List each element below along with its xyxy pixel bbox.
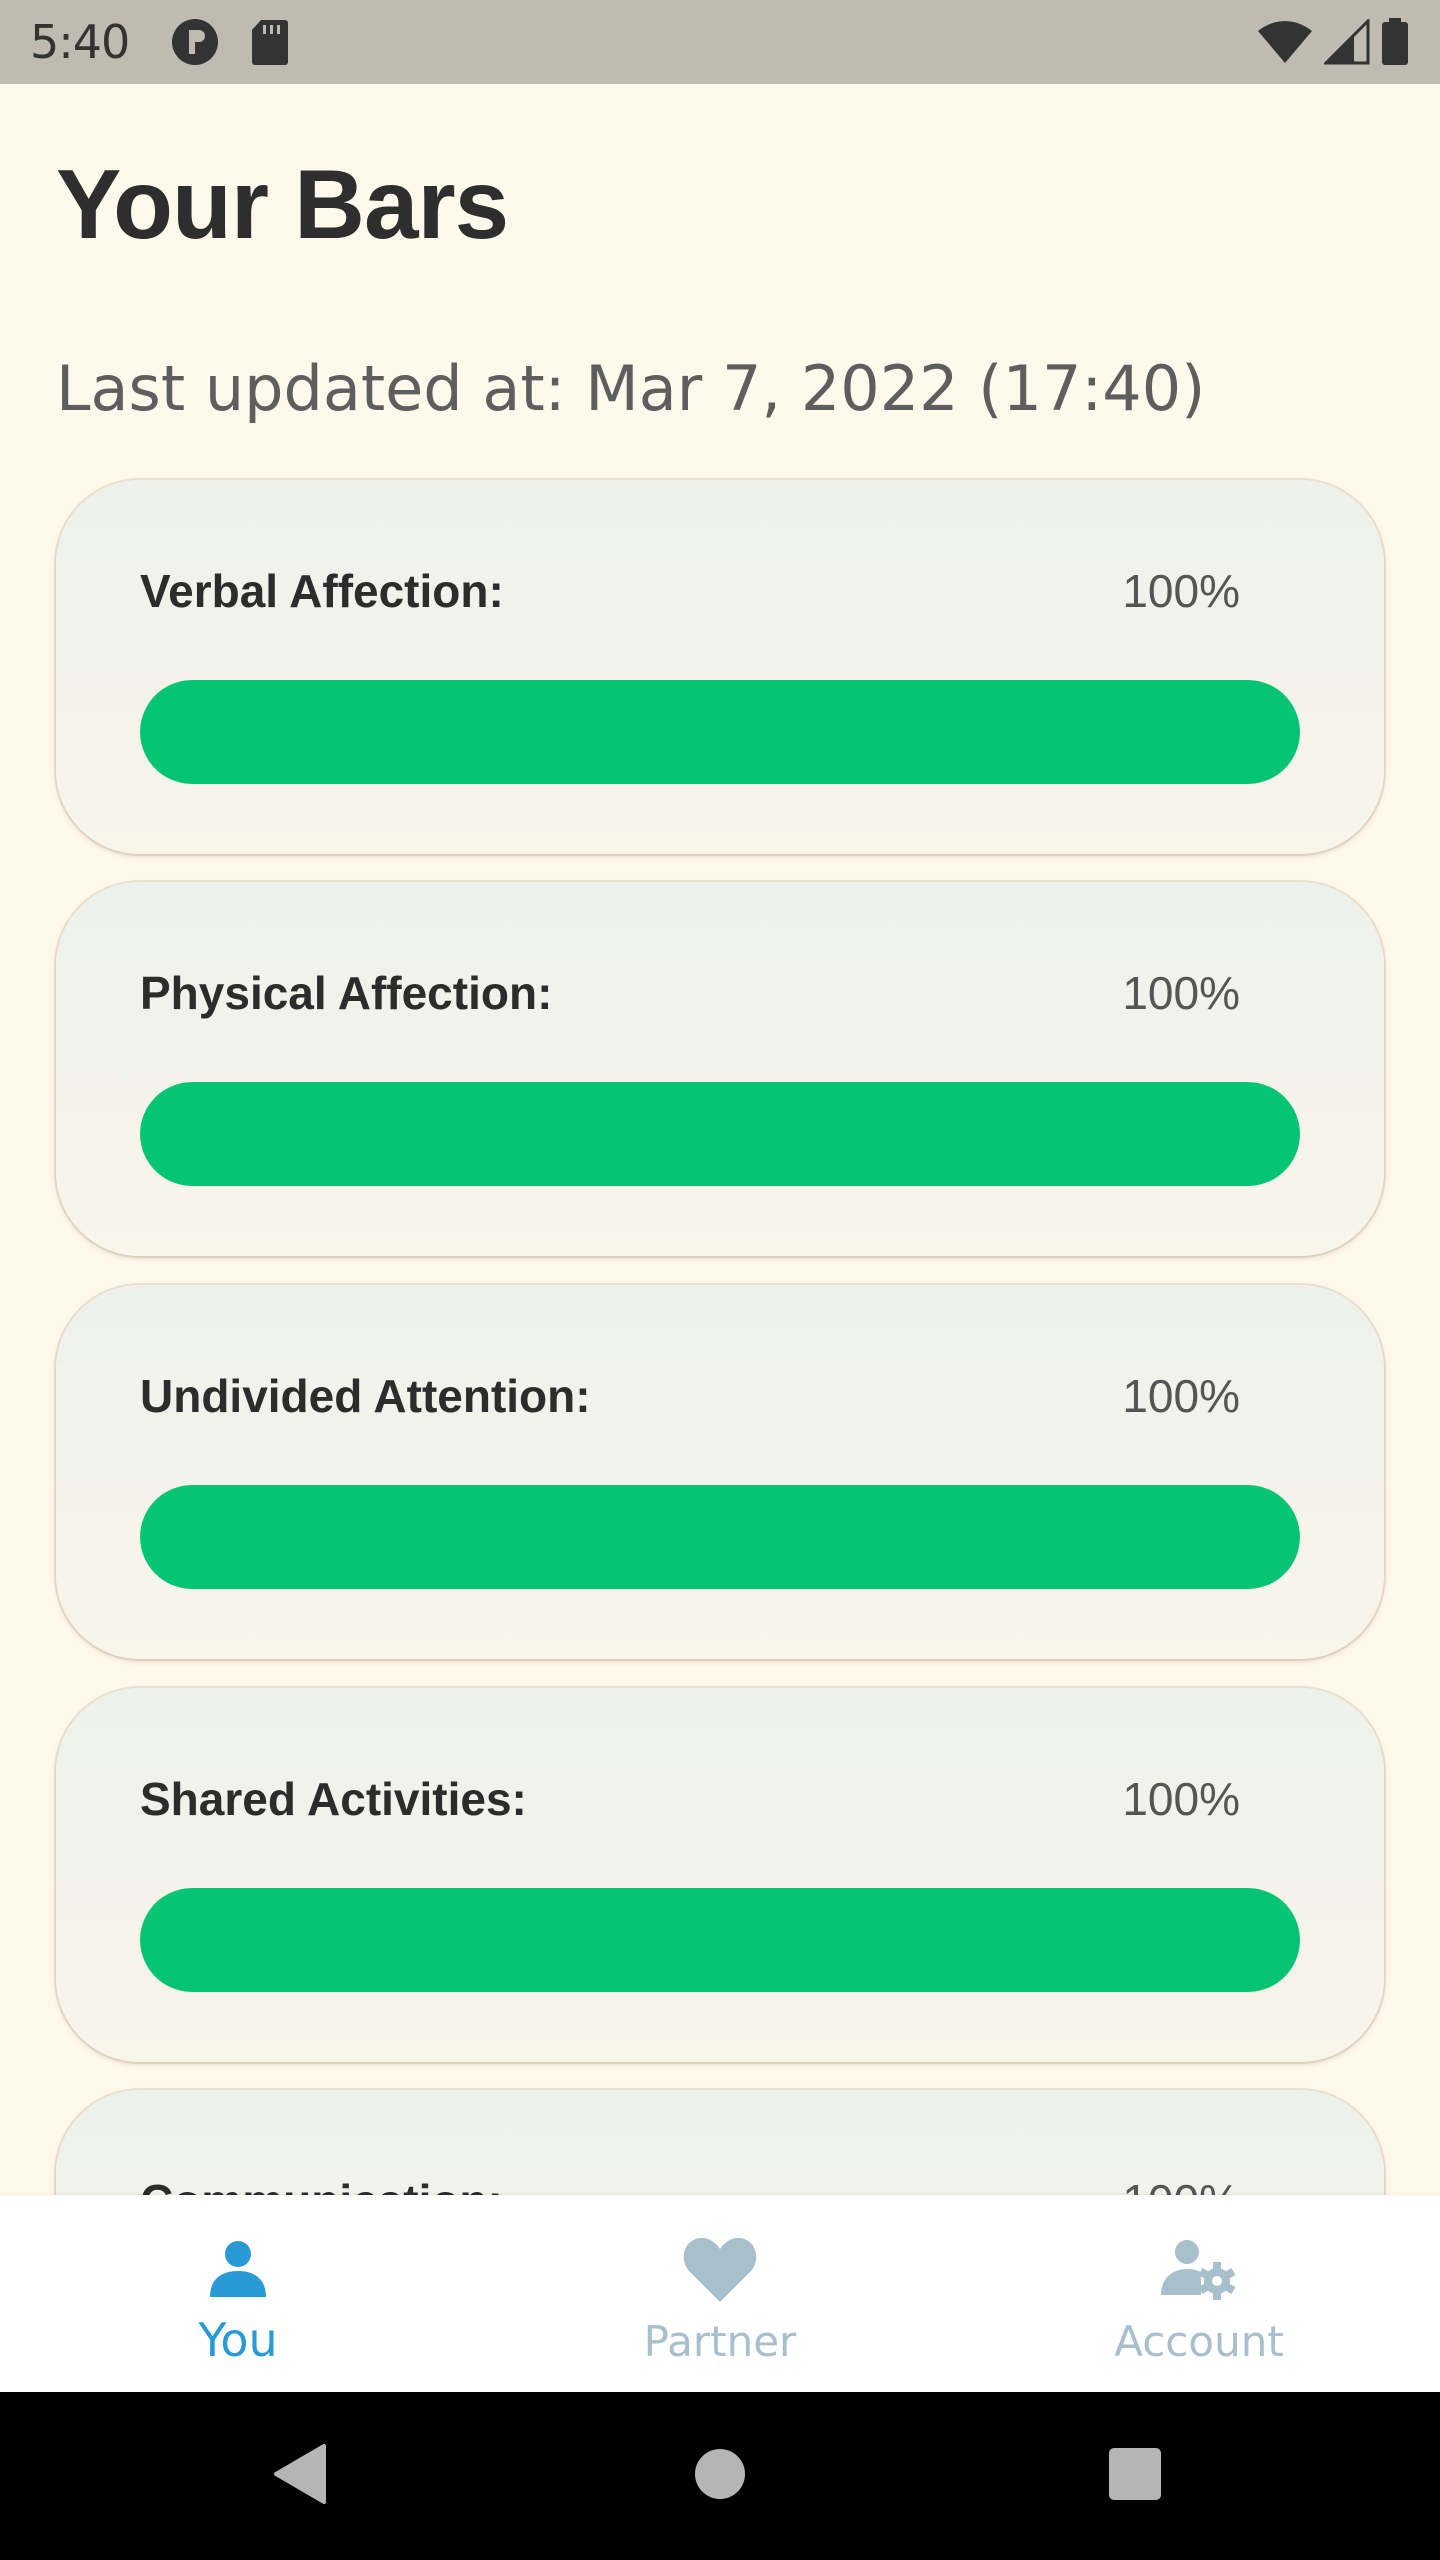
bar-label: Verbal Affection: (140, 565, 504, 617)
nav-label: Account (1114, 2317, 1284, 2366)
bar-percent: 100% (1122, 1773, 1240, 1825)
nav-item-you[interactable]: You (88, 2195, 388, 2392)
bottom-navigation: You Partner Account (0, 2195, 1440, 2392)
bar-card-physical-affection: Physical Affection: 100% (56, 882, 1384, 1256)
progress-fill (140, 1082, 1300, 1186)
bar-percent: 100% (1122, 967, 1240, 1019)
bar-label: Physical Affection: (140, 967, 553, 1019)
bar-label: Communication: (140, 2174, 503, 2195)
bar-card-shared-activities: Shared Activities: 100% (56, 1688, 1384, 2062)
nav-item-account[interactable]: Account (1049, 2195, 1349, 2392)
back-button[interactable] (220, 2392, 380, 2560)
bar-label: Shared Activities: (140, 1773, 527, 1825)
bar-percent: 100% (1122, 2174, 1240, 2195)
system-navigation-bar (0, 2392, 1440, 2560)
bar-card-verbal-affection: Verbal Affection: 100% (56, 480, 1384, 854)
bars-list[interactable]: Verbal Affection: 100% Physical Affectio… (0, 0, 1440, 2195)
home-icon (694, 2448, 746, 2505)
bar-label: Undivided Attention: (140, 1370, 591, 1422)
progress-fill (140, 680, 1300, 784)
nav-label: Partner (643, 2317, 797, 2366)
progress-track (140, 1082, 1300, 1186)
user-settings-icon (1159, 2229, 1239, 2309)
bar-percent: 100% (1122, 1370, 1240, 1422)
recents-button[interactable] (1055, 2392, 1215, 2560)
bar-percent: 100% (1122, 565, 1240, 617)
progress-track (140, 1888, 1300, 1992)
recents-icon (1108, 2447, 1162, 2506)
progress-track (140, 1485, 1300, 1589)
nav-item-partner[interactable]: Partner (570, 2195, 870, 2392)
bar-card-undivided-attention: Undivided Attention: 100% (56, 1285, 1384, 1659)
home-button[interactable] (640, 2392, 800, 2560)
heart-icon (682, 2229, 758, 2309)
bar-card-communication: Communication: 100% (56, 2090, 1384, 2195)
progress-track (140, 680, 1300, 784)
progress-fill (140, 1888, 1300, 1992)
nav-label: You (198, 2313, 278, 2367)
back-icon (272, 2442, 328, 2511)
person-icon (206, 2229, 270, 2309)
progress-fill (140, 1485, 1300, 1589)
